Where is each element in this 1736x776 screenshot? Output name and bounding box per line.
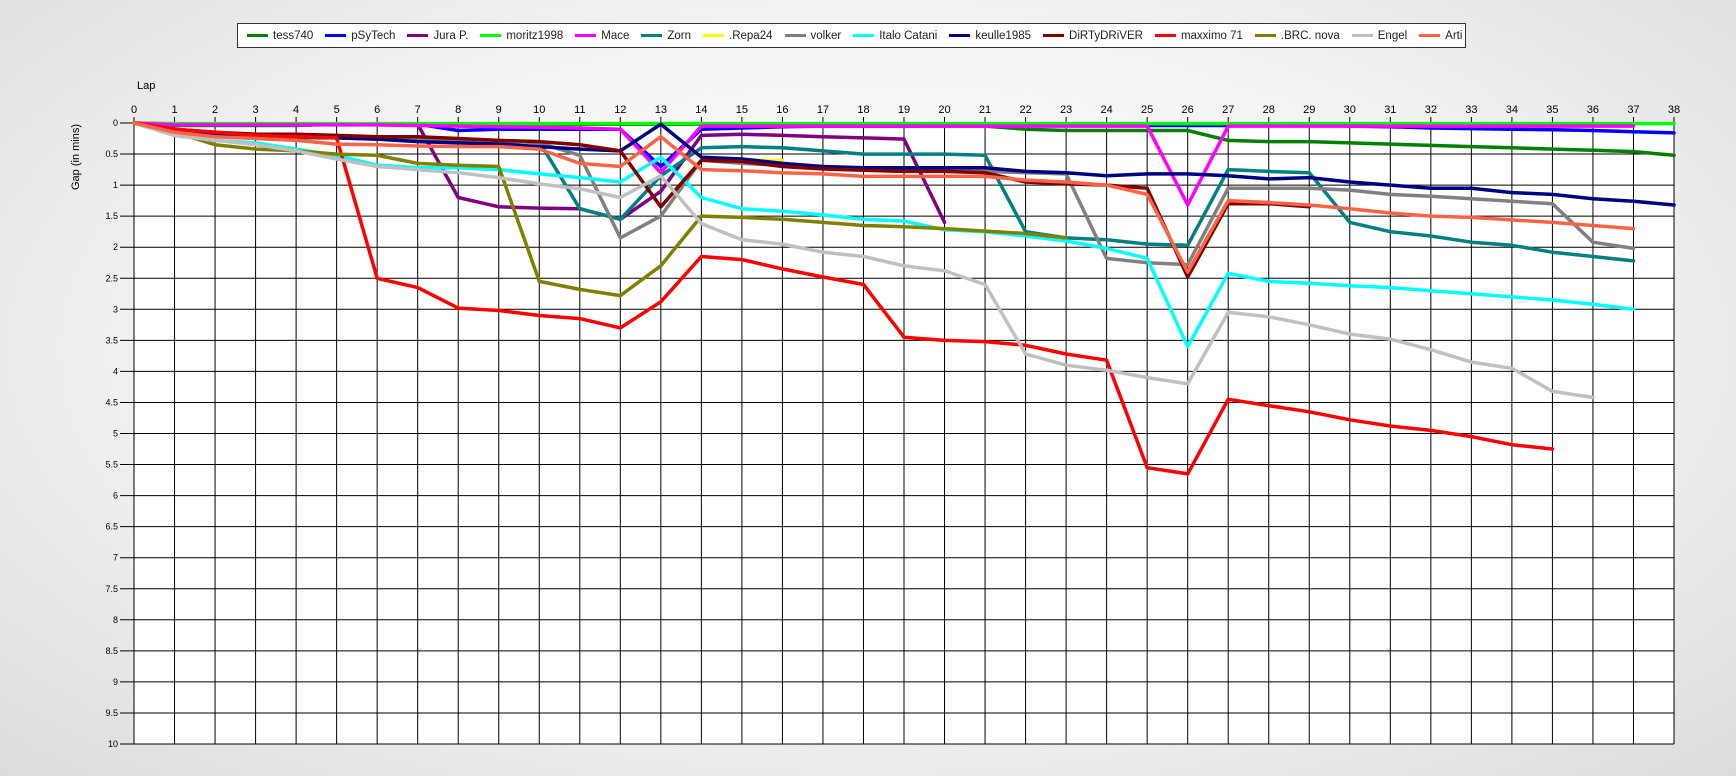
x-tick-label: 14 [695, 104, 707, 116]
y-tick-label: 4.5 [105, 397, 118, 407]
x-tick-label: 31 [1384, 104, 1396, 116]
line-chart: 0 1 2 3 4 5 6 7 8 9 10 11 12 13 14 15 16 17 18 19 20 21 22 23 24… [70, 80, 1680, 749]
x-tick-label: 10 [533, 104, 545, 116]
y-tick-label: 7.5 [105, 584, 118, 594]
x-tick-label: 4 [293, 104, 299, 116]
x-tick-label: 26 [1182, 104, 1194, 116]
y-tick-label: 5.5 [105, 460, 118, 470]
x-tick-label: 8 [455, 104, 461, 116]
y-tick-label: 0 [113, 118, 118, 128]
x-tick-label: 24 [1101, 104, 1113, 116]
x-tick-label: 23 [1060, 104, 1072, 116]
y-tick-label: 5 [113, 429, 118, 439]
y-tick-label: 2 [113, 242, 118, 252]
y-tick-label: 3 [113, 304, 118, 314]
x-tick-label: 11 [574, 104, 585, 116]
x-tick-label: 19 [898, 104, 910, 116]
x-tick-label: 22 [1019, 104, 1031, 116]
y-tick-label: 1 [113, 180, 118, 190]
x-tick-label: 38 [1668, 104, 1680, 116]
y-tick-label: 9.5 [105, 708, 118, 718]
y-tick-label: 7 [113, 553, 118, 563]
y-tick-label: 6 [113, 491, 118, 501]
x-tick-label: 0 [131, 104, 137, 116]
x-tick-label: 21 [979, 104, 991, 116]
y-tick-label: 10 [108, 739, 118, 749]
x-axis-title: Lap [137, 80, 155, 92]
y-tick-label: 0.5 [105, 149, 118, 159]
x-tick-label: 27 [1222, 104, 1234, 116]
y-tick-label: 8 [113, 615, 118, 625]
x-tick-label: 5 [334, 104, 340, 116]
y-tick-label: 8.5 [105, 646, 118, 656]
x-tick-label: 15 [736, 104, 748, 116]
x-tick-label: 37 [1627, 104, 1639, 116]
x-tick-label: 32 [1425, 104, 1437, 116]
y-tick-label: 1.5 [105, 211, 118, 221]
x-tick-label: 17 [817, 104, 829, 116]
x-tick-label: 16 [776, 104, 788, 116]
x-tick-label: 3 [253, 104, 259, 116]
y-tick-label: 4 [113, 366, 118, 376]
chart-area: tess740 pSyTech Jura P. moritz1998 Mace Zorn.… [0, 0, 1736, 776]
x-tick-label: 34 [1506, 104, 1518, 116]
y-tick-label: 6.5 [105, 522, 118, 532]
x-tick-label: 7 [415, 104, 421, 116]
x-tick-label: 2 [212, 104, 218, 116]
y-tick-label: 9 [113, 677, 118, 687]
y-axis-title: Gap (in mins) [70, 124, 82, 190]
y-tick-label: 2.5 [105, 273, 118, 283]
x-tick-label: 25 [1141, 104, 1153, 116]
x-tick-label: 28 [1263, 104, 1275, 116]
x-tick-label: 36 [1587, 104, 1599, 116]
x-tick-label: 6 [374, 104, 380, 116]
x-tick-label: 33 [1465, 104, 1477, 116]
x-tick-label: 9 [496, 104, 502, 116]
x-tick-label: 13 [655, 104, 667, 116]
x-tick-label: 35 [1546, 104, 1558, 116]
x-tick-label: 12 [614, 104, 626, 116]
x-tick-label: 1 [171, 104, 177, 116]
y-tick-label: 3.5 [105, 335, 118, 345]
x-tick-label: 20 [938, 104, 950, 116]
x-tick-label: 29 [1303, 104, 1315, 116]
x-tick-label: 30 [1344, 104, 1356, 116]
x-tick-label: 18 [857, 104, 869, 116]
